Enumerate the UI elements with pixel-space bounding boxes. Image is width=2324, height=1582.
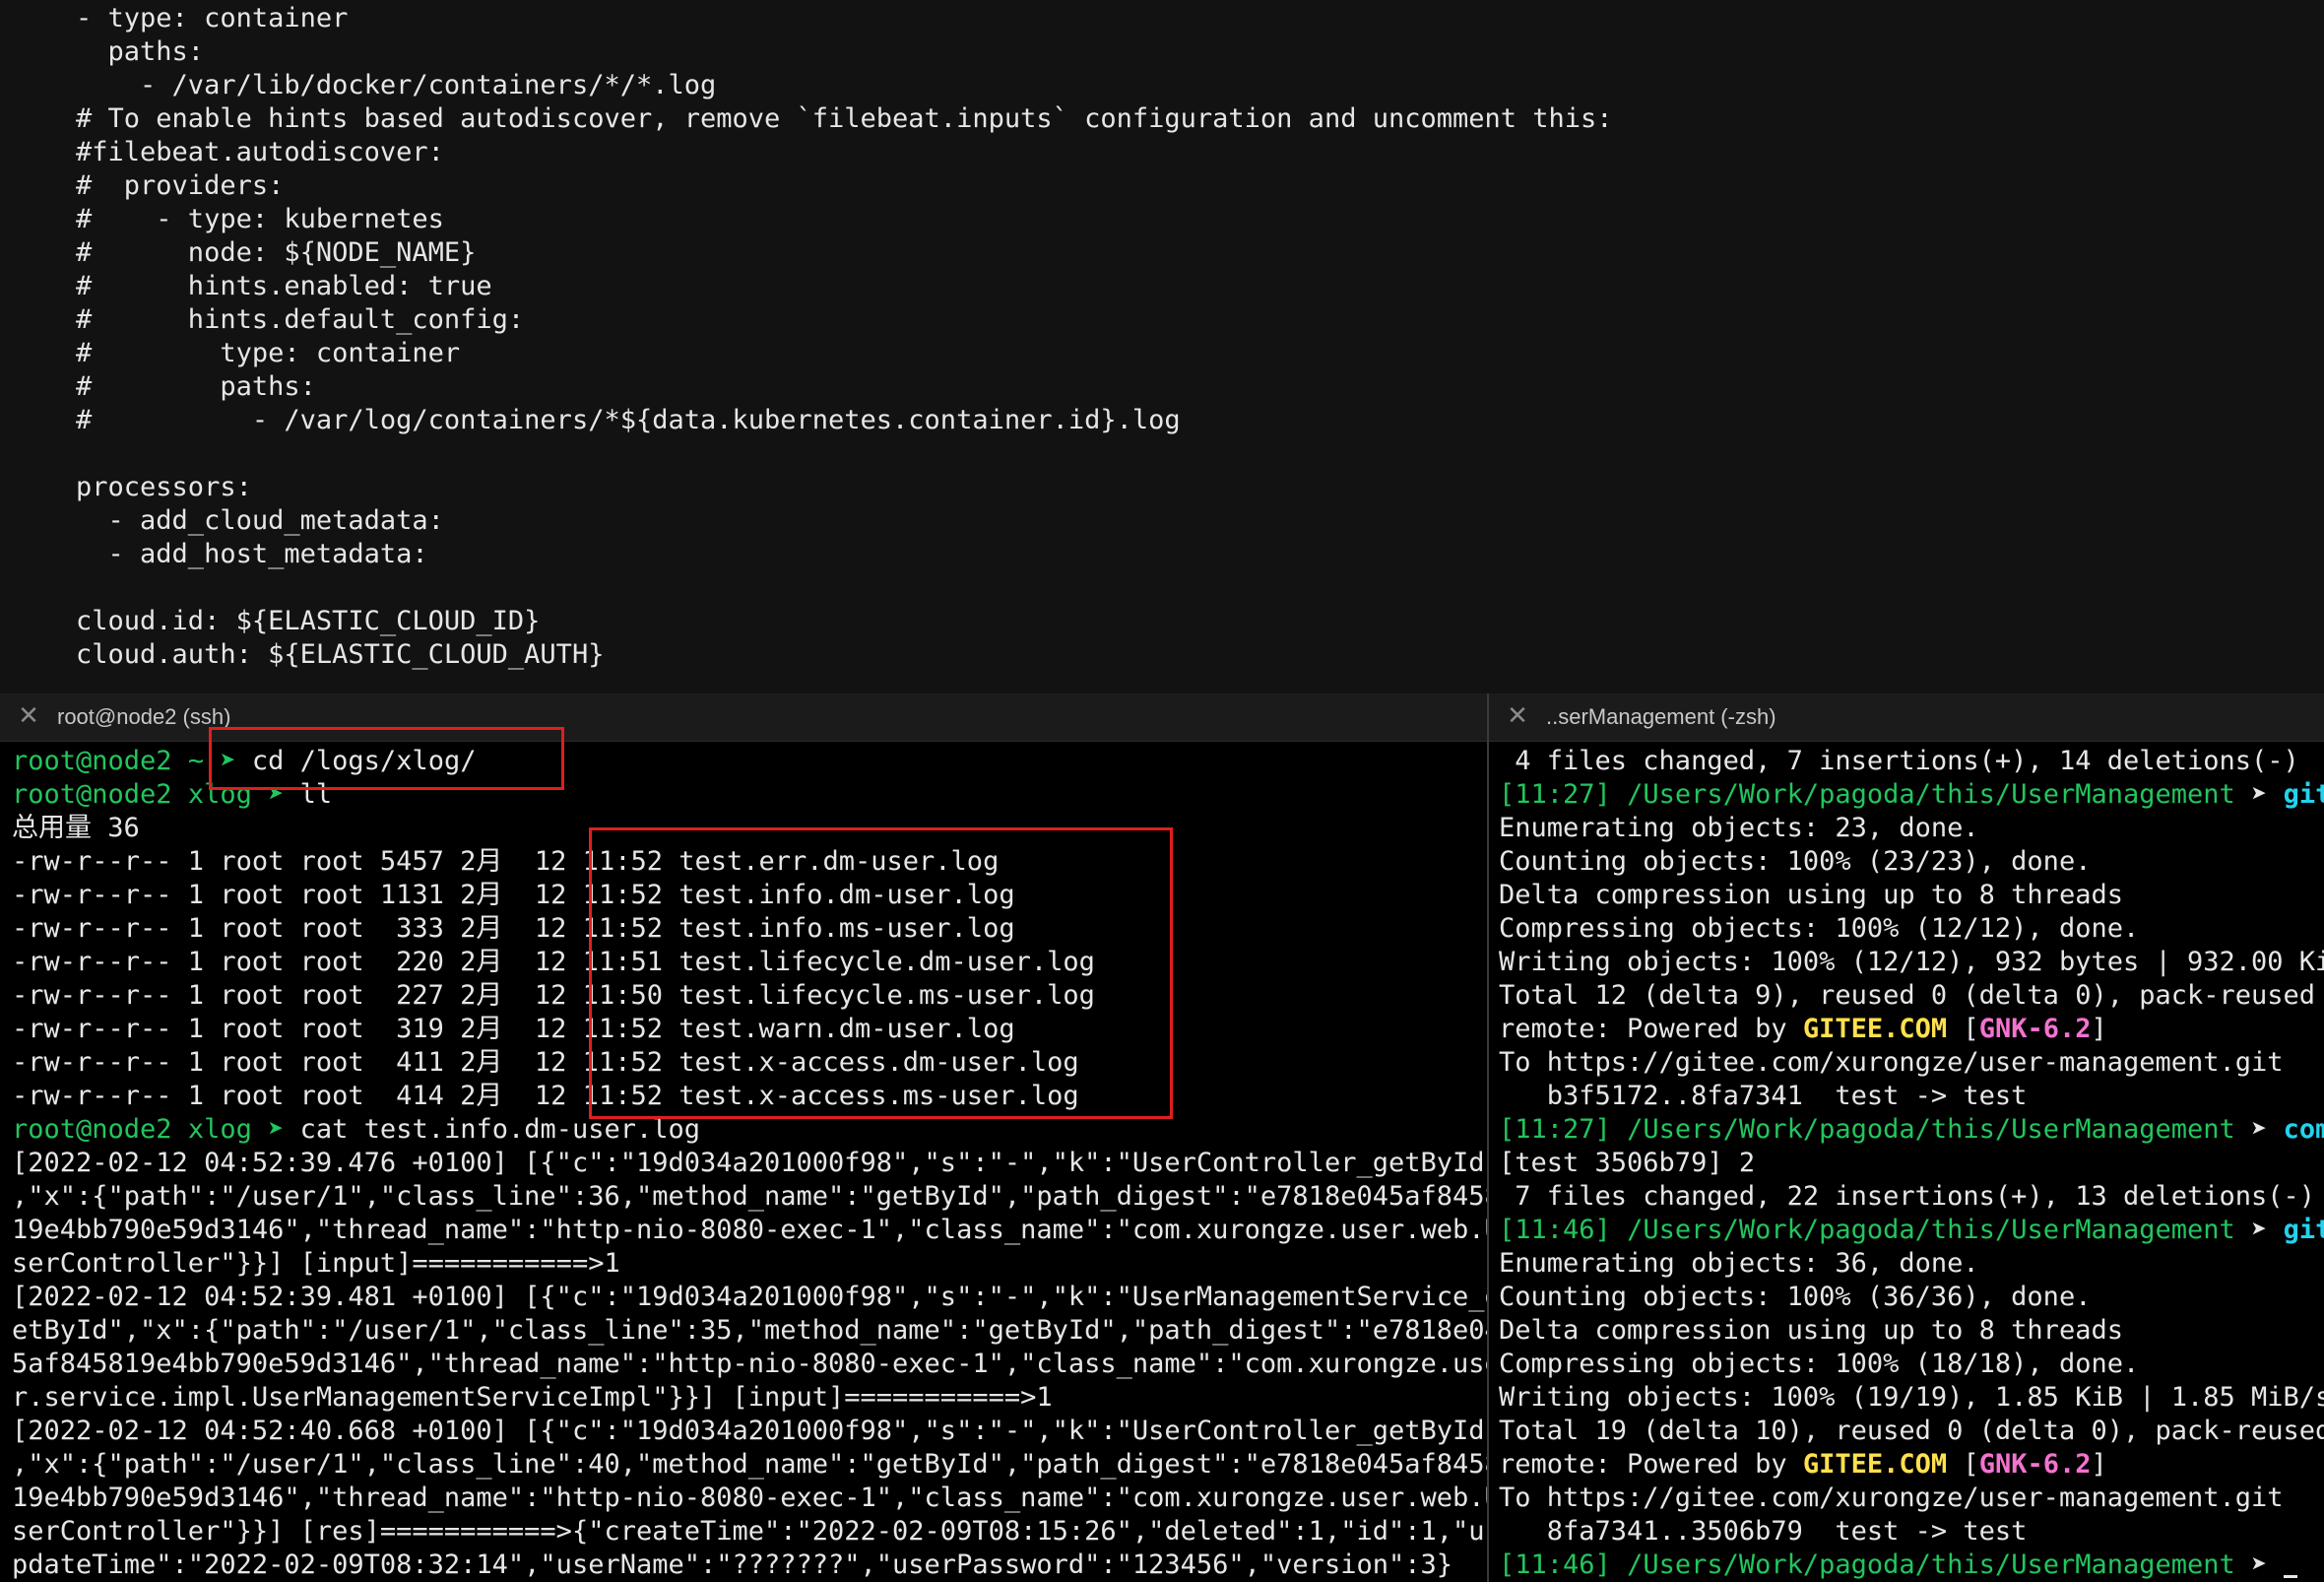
terminal-pane-left[interactable]: ✕ root@node2 (ssh) root@node2 ~ ➤ cd /lo… (0, 693, 1487, 1582)
config-line: - /var/lib/docker/containers/*/*.log (12, 70, 717, 100)
config-line: # hints.enabled: true (12, 271, 492, 301)
config-line: processors: (12, 472, 252, 502)
remote-prefix: remote: Powered by (1499, 1014, 1803, 1044)
git-output-line: Compressing objects: 100% (18/18), done. (1499, 1349, 2140, 1379)
git-output-line: Compressing objects: 100% (12/12), done. (1499, 913, 2140, 944)
gnk-open: [ (1947, 1449, 1979, 1480)
prompt-arrow-icon: ➤ (268, 1114, 285, 1145)
prompt-arrow-icon: ➤ (2251, 779, 2268, 810)
gitee-label: GITEE.COM (1802, 1449, 1948, 1480)
git-output-line: Writing objects: 100% (19/19), 1.85 KiB … (1499, 1382, 2324, 1413)
git-output-line: Delta compression using up to 8 threads (1499, 880, 2123, 910)
prompt-arrow-icon: ➤ (2251, 1549, 2268, 1580)
prompt-line: [11:46] /Users/Work/pagoda/this/UserMana… (1499, 1214, 2324, 1247)
close-icon[interactable]: ✕ (16, 703, 41, 729)
gitee-label: GITEE.COM (1802, 1014, 1948, 1044)
prompt-arrow-icon: ➤ (2251, 1215, 2268, 1245)
prompt-time: [11:46] (1499, 1549, 1611, 1580)
config-line: # - type: kubernetes (12, 204, 444, 234)
config-line: # - /var/log/containers/*${data.kubernet… (12, 405, 1181, 435)
git-output-line: Counting objects: 100% (23/23), done. (1499, 846, 2092, 877)
gnk-label: GNK-6.2 (1978, 1449, 2092, 1480)
prompt-line: [11:27] /Users/Work/pagoda/this/UserMana… (1499, 1113, 2324, 1147)
git-output-line: To https://gitee.com/xurongze/user-manag… (1499, 1047, 2284, 1078)
git-output-line: [test 3506b79] 2 (1499, 1148, 1756, 1178)
log-output-line: 5af845819e4bb790e59d3146","thread_name":… (12, 1349, 1487, 1379)
git-output-line: Enumerating objects: 23, done. (1499, 813, 1979, 843)
git-output-line: Writing objects: 100% (12/12), 932 bytes… (1499, 947, 2324, 977)
config-line: # To enable hints based autodiscover, re… (12, 103, 1613, 134)
log-output-line: [2022-02-12 04:52:39.476 +0100] [{"c":"1… (12, 1148, 1487, 1178)
log-output-line: [2022-02-12 04:52:39.481 +0100] [{"c":"1… (12, 1282, 1487, 1312)
log-output-line: serController"}}] [res]===========>{"cre… (12, 1516, 1485, 1547)
terminal-pane-right[interactable]: ✕ ..serManagement (-zsh) 4 files changed… (1489, 693, 2324, 1582)
log-output-line: [2022-02-12 04:52:40.668 +0100] [{"c":"1… (12, 1416, 1487, 1446)
highlight-box-file-list (589, 827, 1173, 1119)
log-output-line: ,"x":{"path":"/user/1","class_line":36,"… (12, 1181, 1487, 1212)
prompt-line: [11:27] /Users/Work/pagoda/this/UserMana… (1499, 778, 2324, 812)
tab-bar-right: ✕ ..serManagement (-zsh) (1489, 693, 2324, 742)
gnk-close: ] (2091, 1449, 2107, 1480)
prompt-path: /Users/Work/pagoda/this/UserManagement (1627, 1549, 2235, 1580)
git-output-line: Total 19 (delta 10), reused 0 (delta 0),… (1499, 1416, 2324, 1446)
log-output-line: ,"x":{"path":"/user/1","class_line":40,"… (12, 1449, 1487, 1480)
log-output-line: r.service.impl.UserManagementServiceImpl… (12, 1382, 1053, 1413)
log-output-line: 19e4bb790e59d3146","thread_name":"http-n… (12, 1215, 1487, 1245)
prompt-command: git (2283, 1215, 2324, 1245)
prompt-path: /Users/Work/pagoda/this/UserManagement (1627, 1215, 2235, 1245)
git-output-line: To https://gitee.com/xurongze/user-manag… (1499, 1483, 2284, 1513)
prompt-arrow-icon: ➤ (2251, 1114, 2268, 1145)
config-line: cloud.auth: ${ELASTIC_CLOUD_AUTH} (12, 639, 605, 670)
prompt-path: /Users/Work/pagoda/this/UserManagement (1627, 1114, 2235, 1145)
prompt-path: /Users/Work/pagoda/this/UserManagement (1627, 779, 2235, 810)
config-line: cloud.id: ${ELASTIC_CLOUD_ID} (12, 606, 541, 636)
log-output-line: etById","x":{"path":"/user/1","class_lin… (12, 1315, 1487, 1346)
gnk-close: ] (2091, 1014, 2107, 1044)
prompt-dir: xlog (187, 1114, 252, 1145)
config-line: - add_cloud_metadata: (12, 505, 444, 536)
config-line: #filebeat.autodiscover: (12, 137, 444, 167)
close-icon[interactable]: ✕ (1505, 703, 1530, 729)
terminal-cursor (2283, 1575, 2297, 1578)
prompt-dir: ~ (187, 746, 205, 776)
prompt-user: root@node2 (12, 779, 172, 810)
log-output-line: serController"}}] [input]===========>1 (12, 1248, 620, 1279)
tab-title-right[interactable]: ..serManagement (-zsh) (1546, 701, 1776, 733)
git-output-line: 7 files changed, 22 insertions(+), 13 de… (1499, 1181, 2316, 1212)
remote-prefix: remote: Powered by (1499, 1449, 1803, 1480)
log-output-line: pdateTime":"2022-02-09T08:32:14","userNa… (12, 1549, 1452, 1580)
git-output-line: Total 12 (delta 9), reused 0 (delta 0), … (1499, 980, 2324, 1011)
prompt-time: [11:27] (1499, 779, 1611, 810)
log-output-line: 19e4bb790e59d3146","thread_name":"http-n… (12, 1483, 1487, 1513)
git-output-line: 4 files changed, 7 insertions(+), 14 del… (1499, 746, 2299, 776)
prompt-user: root@node2 (12, 1114, 172, 1145)
total-line: 总用量 36 (12, 813, 140, 843)
prompt-line[interactable]: [11:46] /Users/Work/pagoda/this/UserMana… (1499, 1549, 2297, 1582)
config-line: # node: ${NODE_NAME} (12, 237, 477, 268)
git-output-line: Enumerating objects: 36, done. (1499, 1248, 1979, 1279)
prompt-command: comm (2283, 1114, 2324, 1145)
config-line: - type: container (12, 3, 349, 33)
prompt-time: [11:27] (1499, 1114, 1611, 1145)
gnk-open: [ (1947, 1014, 1979, 1044)
prompt-user: root@node2 (12, 746, 172, 776)
config-line: # paths: (12, 371, 316, 402)
git-output-line: 8fa7341..3506b79 test -> test (1499, 1516, 2028, 1547)
git-output-line: Counting objects: 100% (36/36), done. (1499, 1282, 2092, 1312)
config-line: # hints.default_config: (12, 304, 525, 335)
git-output-line: b3f5172..8fa7341 test -> test (1499, 1081, 2028, 1111)
remote-line: remote: Powered by GITEE.COM [GNK-6.2] (1499, 1013, 2107, 1046)
highlight-box-command (209, 727, 564, 790)
config-line: # type: container (12, 338, 461, 368)
config-line: # providers: (12, 170, 285, 201)
editor-pane-top[interactable]: - type: container paths: - /var/lib/dock… (0, 0, 2324, 693)
git-output-line: Delta compression using up to 8 threads (1499, 1315, 2123, 1346)
prompt-command: git (2283, 779, 2324, 810)
gnk-label: GNK-6.2 (1978, 1014, 2092, 1044)
prompt-time: [11:46] (1499, 1215, 1611, 1245)
remote-line: remote: Powered by GITEE.COM [GNK-6.2] (1499, 1448, 2107, 1482)
config-line: paths: (12, 36, 205, 67)
config-line: - add_host_metadata: (12, 539, 428, 569)
tab-title-left[interactable]: root@node2 (ssh) (57, 701, 230, 733)
